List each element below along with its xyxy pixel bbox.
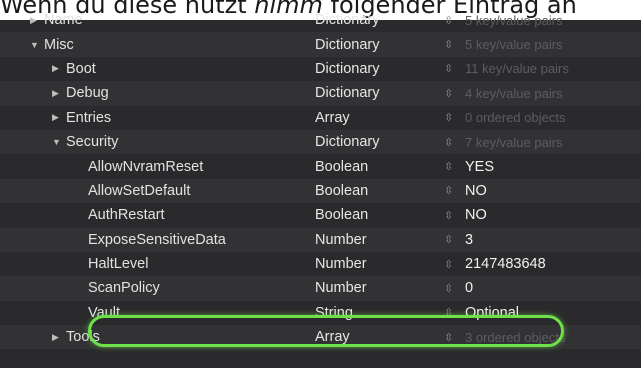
up-down-arrows-icon[interactable]: ⇳ <box>444 81 453 105</box>
key-cell[interactable]: AllowNvramReset <box>0 154 203 178</box>
up-down-arrows-icon[interactable]: ⇳ <box>444 57 453 81</box>
value-cell: 3 ordered objects <box>465 329 566 345</box>
disclosure-expanded-icon[interactable]: ▼ <box>30 40 41 50</box>
up-down-arrows-icon[interactable]: ⇳ <box>444 179 453 203</box>
value-cell[interactable]: Optional <box>465 301 519 325</box>
up-down-arrows-icon[interactable]: ⇳ <box>444 130 453 154</box>
plist-row[interactable]: ▶ Boot Dictionary ⇳ 11 key/value pairs <box>0 57 641 81</box>
key-cell[interactable]: Vault <box>0 301 120 325</box>
disclosure-expanded-icon[interactable]: ▼ <box>52 137 63 147</box>
plist-table: ▶ Name Dictionary ⇳ 5 key/value pairs ▼ Misc Di… <box>0 8 641 350</box>
up-down-arrows-icon[interactable]: ⇳ <box>444 203 453 227</box>
key-label: Boot <box>66 60 96 77</box>
key-cell[interactable]: ▶ Entries <box>0 106 111 130</box>
value-cell: 5 key/value pairs <box>465 37 563 53</box>
key-label: Debug <box>66 85 109 102</box>
plist-row[interactable]: ▼ Security Dictionary ⇳ 7 key/value pairs <box>0 129 641 155</box>
key-cell[interactable]: ▶ Tools <box>0 325 100 349</box>
key-cell[interactable]: ▶ Boot <box>0 57 96 81</box>
value-cell[interactable]: 3 <box>465 228 473 252</box>
type-cell[interactable]: Dictionary <box>315 8 379 32</box>
type-cell[interactable]: Dictionary <box>315 130 379 154</box>
disclosure-collapsed-icon[interactable]: ▶ <box>52 332 63 343</box>
key-label: Name <box>44 12 83 29</box>
disclosure-collapsed-icon[interactable]: ▶ <box>52 63 63 74</box>
type-cell[interactable]: Dictionary <box>315 81 379 105</box>
key-label: AuthRestart <box>88 207 165 224</box>
key-label: AllowSetDefault <box>88 182 191 199</box>
value-cell: 4 key/value pairs <box>465 85 563 101</box>
key-label: Entries <box>66 109 112 126</box>
key-label: HaltLevel <box>88 256 149 273</box>
value-cell: 5 key/value pairs <box>465 12 563 28</box>
value-cell: 11 key/value pairs <box>465 61 569 77</box>
plist-row[interactable]: ScanPolicy Number ⇳ 0 <box>0 276 641 301</box>
plist-row[interactable]: AuthRestart Boolean ⇳ NO <box>0 203 641 227</box>
disclosure-collapsed-icon[interactable]: ▶ <box>52 88 63 99</box>
key-cell[interactable]: ScanPolicy <box>0 276 160 300</box>
plist-row[interactable]: AllowSetDefault Boolean ⇳ NO <box>0 178 641 204</box>
plist-row[interactable]: HaltLevel Number ⇳ 2147483648 <box>0 252 641 276</box>
up-down-arrows-icon[interactable]: ⇳ <box>444 228 453 252</box>
value-cell[interactable]: NO <box>465 179 487 203</box>
key-cell[interactable]: ▼ Misc <box>0 32 74 56</box>
key-label: Misc <box>44 36 74 53</box>
key-label: AllowNvramReset <box>88 158 204 175</box>
type-cell[interactable]: Number <box>315 252 367 276</box>
disclosure-collapsed-icon[interactable]: ▶ <box>52 112 63 123</box>
key-label: ScanPolicy <box>88 280 160 297</box>
key-cell[interactable]: ▶ Name <box>0 8 83 32</box>
type-cell[interactable]: Number <box>315 228 367 252</box>
plist-row[interactable]: ▶ Tools Array ⇳ 3 ordered objects <box>0 325 641 350</box>
plist-row[interactable]: ▼ Misc Dictionary ⇳ 5 key/value pairs <box>0 32 641 57</box>
plist-row[interactable]: ▶ Entries Array ⇳ 0 ordered objects <box>0 106 641 130</box>
up-down-arrows-icon[interactable]: ⇳ <box>444 301 453 325</box>
up-down-arrows-icon[interactable]: ⇳ <box>444 252 453 276</box>
value-cell: 7 key/value pairs <box>465 134 563 150</box>
key-cell[interactable]: HaltLevel <box>0 252 148 276</box>
key-cell[interactable]: AuthRestart <box>0 203 165 227</box>
up-down-arrows-icon[interactable]: ⇳ <box>444 154 453 178</box>
up-down-arrows-icon[interactable]: ⇳ <box>444 8 453 32</box>
key-label: ExposeSensitiveData <box>88 231 226 248</box>
key-label: Tools <box>66 329 100 346</box>
plist-row[interactable]: Vault String ⇳ Optional <box>0 301 641 325</box>
up-down-arrows-icon[interactable]: ⇳ <box>444 325 453 349</box>
type-cell[interactable]: Array <box>315 325 350 349</box>
up-down-arrows-icon[interactable]: ⇳ <box>444 276 453 300</box>
type-cell[interactable]: String <box>315 301 353 325</box>
type-cell[interactable]: Array <box>315 106 350 130</box>
disclosure-collapsed-icon[interactable]: ▶ <box>30 15 41 26</box>
value-cell[interactable]: YES <box>465 154 494 178</box>
key-cell[interactable]: ▶ Debug <box>0 81 109 105</box>
value-cell: 0 ordered objects <box>465 110 566 126</box>
plist-row[interactable]: ExposeSensitiveData Number ⇳ 3 <box>0 227 641 252</box>
key-cell[interactable]: ExposeSensitiveData <box>0 228 226 252</box>
type-cell[interactable]: Dictionary <box>315 32 379 56</box>
value-cell[interactable]: 0 <box>465 276 473 300</box>
value-cell[interactable]: NO <box>465 203 487 227</box>
type-cell[interactable]: Boolean <box>315 179 368 203</box>
key-cell[interactable]: AllowSetDefault <box>0 179 190 203</box>
key-label: Security <box>66 134 119 151</box>
type-cell[interactable]: Number <box>315 276 367 300</box>
type-cell[interactable]: Boolean <box>315 203 368 227</box>
key-cell[interactable]: ▼ Security <box>0 130 118 154</box>
value-cell[interactable]: 2147483648 <box>465 252 546 276</box>
plist-row[interactable]: ▶ Debug Dictionary ⇳ 4 key/value pairs <box>0 81 641 106</box>
up-down-arrows-icon[interactable]: ⇳ <box>444 106 453 130</box>
key-label: Vault <box>88 304 120 321</box>
type-cell[interactable]: Dictionary <box>315 57 379 81</box>
plist-row[interactable]: ▶ Name Dictionary ⇳ 5 key/value pairs <box>0 8 641 32</box>
type-cell[interactable]: Boolean <box>315 154 368 178</box>
plist-row[interactable]: AllowNvramReset Boolean ⇳ YES <box>0 154 641 178</box>
up-down-arrows-icon[interactable]: ⇳ <box>444 32 453 56</box>
